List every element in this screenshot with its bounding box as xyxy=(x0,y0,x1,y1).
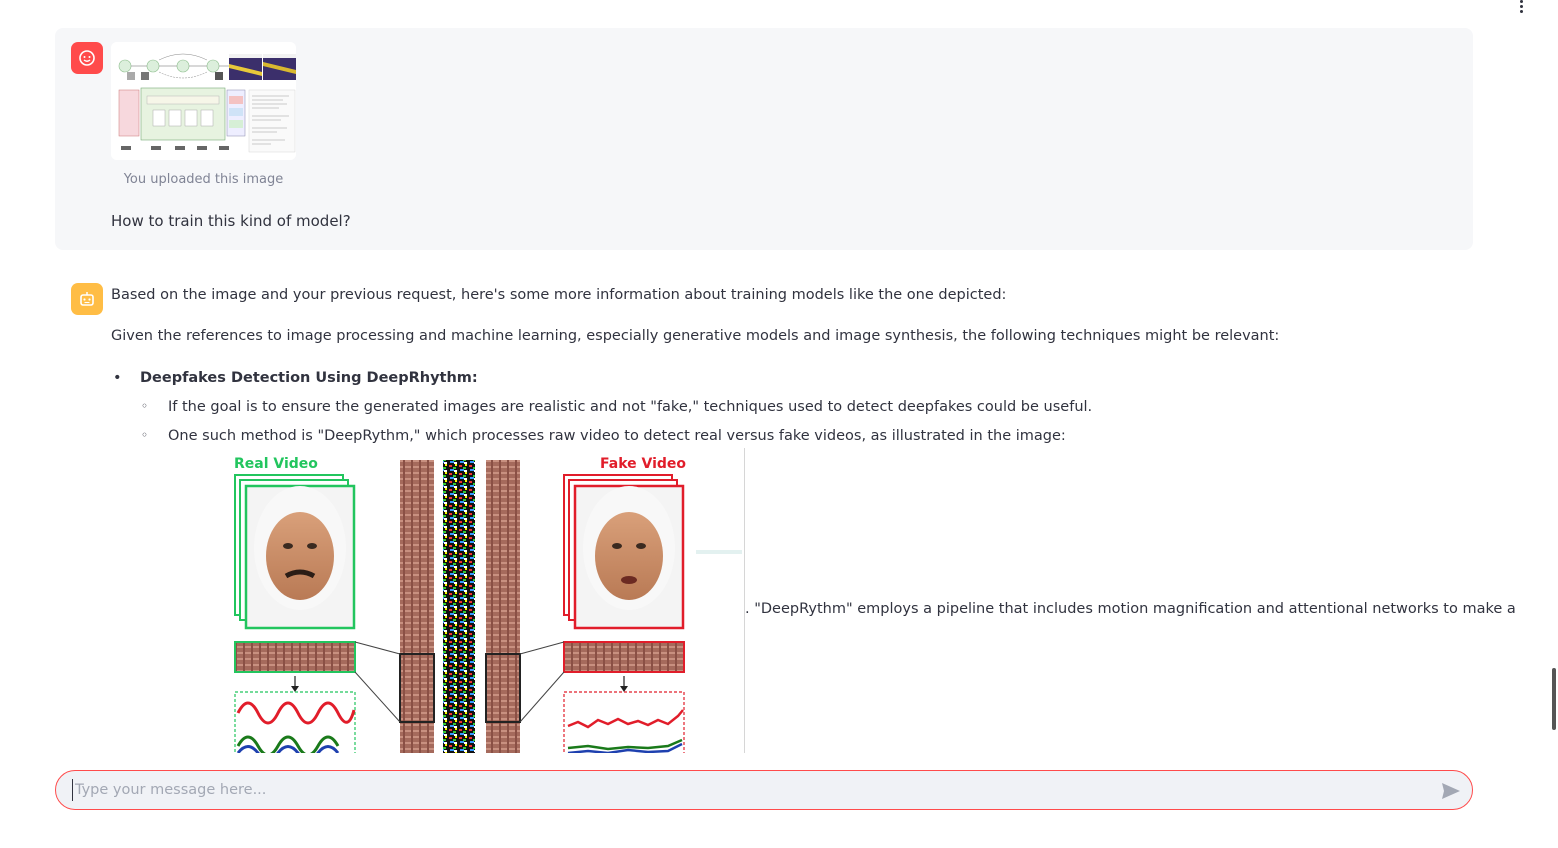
send-arrow-icon xyxy=(1442,783,1460,799)
user-message-text: How to train this kind of model? xyxy=(111,212,351,230)
scrollbar-thumb[interactable] xyxy=(1552,668,1556,730)
assistant-intro: Based on the image and your previous req… xyxy=(111,287,1007,303)
bullet-dot: • xyxy=(113,370,122,386)
chat-input[interactable] xyxy=(72,779,1412,801)
user-avatar xyxy=(71,42,103,74)
deeprhythm-figure: Real Video Fake Video xyxy=(168,448,745,753)
sub-bullet-circle: ◦ xyxy=(141,428,149,442)
sub-item: If the goal is to ensure the generated i… xyxy=(168,399,1093,415)
main-menu-icon[interactable] xyxy=(1514,0,1528,14)
smile-face-icon xyxy=(79,50,95,66)
sub-bullet-circle: ◦ xyxy=(141,399,149,413)
uploaded-image-thumbnail[interactable] xyxy=(111,42,296,160)
assistant-avatar xyxy=(71,283,103,315)
chat-input-container xyxy=(55,770,1473,810)
assistant-after-figure: . "DeepRythm" employs a pipeline that in… xyxy=(745,601,1516,617)
send-button[interactable] xyxy=(1440,781,1462,801)
real-video-label: Real Video xyxy=(234,456,318,472)
assistant-context: Given the references to image processing… xyxy=(111,328,1280,344)
section-title: Deepfakes Detection Using DeepRhythm: xyxy=(140,370,478,386)
sub-item: One such method is "DeepRythm," which pr… xyxy=(168,428,1066,444)
robot-icon xyxy=(80,292,94,306)
image-caption: You uploaded this image xyxy=(123,172,284,187)
fake-video-label: Fake Video xyxy=(600,456,686,472)
